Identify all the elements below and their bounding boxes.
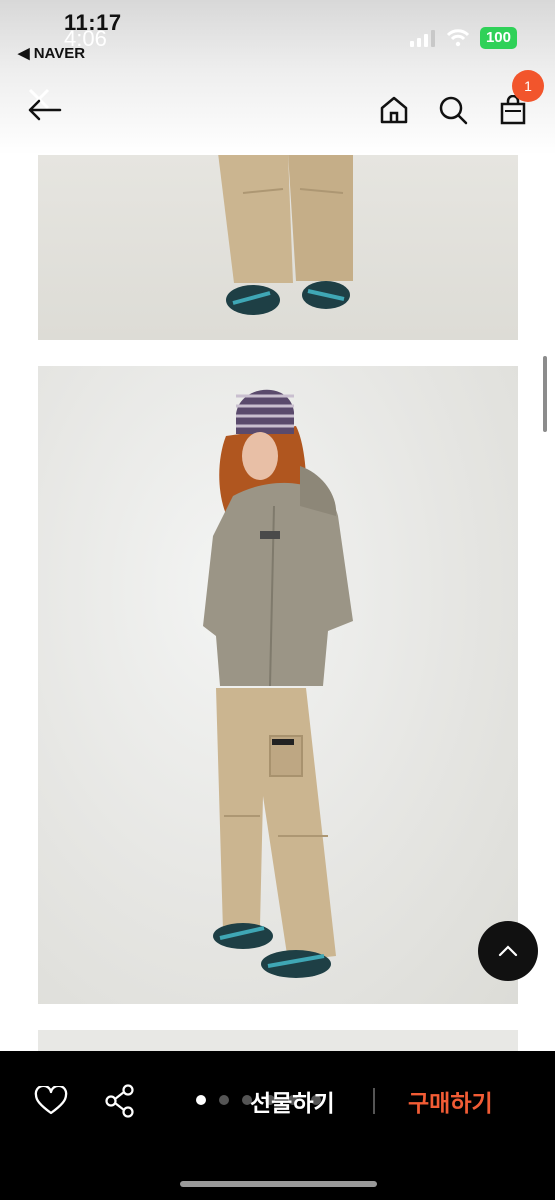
wishlist-button[interactable] — [34, 1084, 68, 1116]
wifi-icon — [446, 29, 470, 47]
status-bar: 11:17 4:06 ◀ NAVER 100 — [0, 0, 555, 70]
gift-button[interactable]: 선물하기 — [250, 1084, 335, 1118]
product-photo-full-outfit[interactable] — [38, 366, 518, 1004]
pagination-dot[interactable] — [219, 1095, 229, 1105]
signal-icon — [409, 30, 435, 47]
pagination-dot[interactable] — [196, 1095, 206, 1105]
bottom-action-bar: 선물하기 구매하기 — [0, 1051, 555, 1200]
search-icon — [439, 96, 468, 125]
back-to-app-link[interactable]: ◀ NAVER — [18, 44, 85, 62]
home-button[interactable] — [378, 94, 410, 126]
battery-indicator: 100 — [479, 27, 517, 49]
home-indicator[interactable] — [180, 1181, 377, 1187]
cart-count-badge: 1 — [512, 70, 544, 102]
share-icon — [105, 1084, 134, 1118]
top-nav: 1 — [0, 70, 555, 155]
status-icons: 100 — [409, 27, 517, 49]
cart-button[interactable]: 1 — [498, 70, 544, 126]
model-outfit-illustration — [203, 389, 353, 978]
product-photo-pants-closeup[interactable] — [38, 153, 518, 340]
home-icon — [380, 96, 408, 124]
close-back-icon — [28, 88, 62, 121]
share-button[interactable] — [104, 1084, 136, 1118]
pants-closeup-illustration — [218, 153, 353, 315]
scroll-to-top-button[interactable] — [478, 921, 538, 981]
back-button[interactable] — [24, 86, 64, 126]
chevron-up-icon — [498, 945, 518, 957]
heart-icon — [34, 1084, 68, 1115]
buy-button[interactable]: 구매하기 — [408, 1084, 493, 1118]
screen: 11:17 4:06 ◀ NAVER 100 1 선물하기 구매하기 — [0, 0, 555, 1200]
search-button[interactable] — [437, 94, 469, 126]
divider — [373, 1088, 375, 1114]
scrollbar[interactable] — [543, 356, 547, 432]
